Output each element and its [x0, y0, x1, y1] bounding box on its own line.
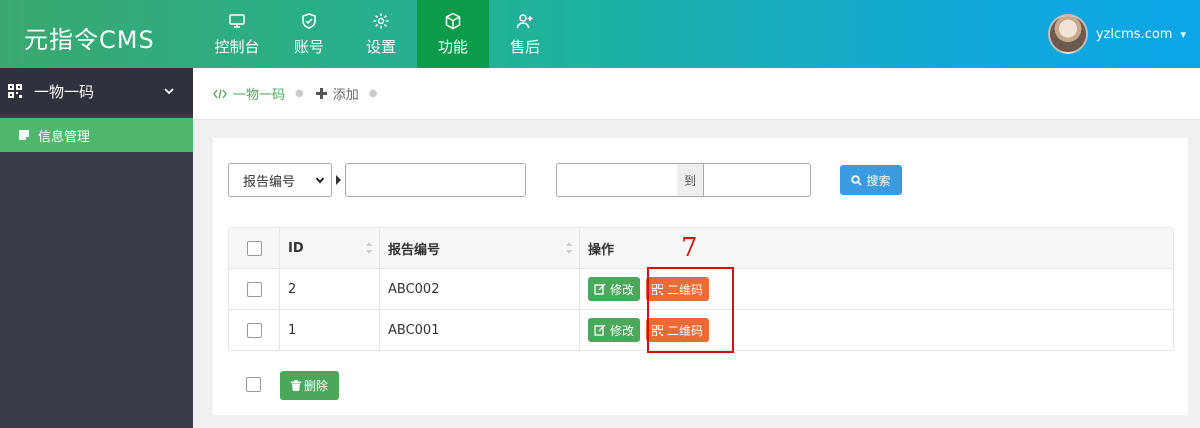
qr-icon: [652, 324, 664, 336]
user-menu[interactable]: yzlcms.com ▾: [1047, 0, 1200, 68]
sidebar-group-label: 一物一码: [34, 82, 95, 101]
sidebar-item-label: 信息管理: [38, 129, 91, 145]
gear-icon: [373, 13, 389, 28]
row-checkbox[interactable]: [246, 281, 262, 297]
user-plus-icon: [516, 13, 533, 28]
edit-icon: [594, 324, 606, 336]
cell-id: 2: [280, 269, 380, 309]
nav-item-after-sales[interactable]: 售后: [489, 0, 561, 68]
sidebar-item-info-management[interactable]: 信息管理: [0, 118, 193, 152]
edit-button[interactable]: 修改: [588, 318, 641, 342]
row-checkbox[interactable]: [246, 322, 262, 338]
search-button-label: 搜索: [866, 173, 891, 188]
bulk-select-checkbox[interactable]: [246, 377, 261, 392]
range-to-input[interactable]: [703, 163, 811, 197]
chevron-down-icon[interactable]: ▾: [1180, 28, 1186, 41]
cube-icon: [445, 12, 461, 29]
select-all-checkbox[interactable]: [246, 240, 262, 256]
nav-label: 售后: [509, 37, 540, 56]
avatar[interactable]: [1047, 14, 1088, 54]
qr-icon: [8, 84, 22, 98]
breadcrumb: 一物一码 ● 添加 ●: [193, 68, 1200, 120]
delete-button[interactable]: 删除: [280, 371, 339, 400]
top-bar: 元指令CMS 控制台 账号 设置 功能 售后 yzlcms.com ▾: [0, 0, 1200, 68]
breadcrumb-item-add[interactable]: 添加 ●: [315, 84, 390, 103]
nav-item-features[interactable]: 功能: [417, 0, 489, 68]
nav-label: 设置: [365, 37, 396, 56]
breadcrumb-separator: ●: [295, 88, 304, 99]
keyword-input[interactable]: [345, 163, 526, 197]
sort-icon: [566, 242, 572, 254]
plus-icon: [315, 88, 327, 99]
sidebar: 一物一码 信息管理: [0, 68, 193, 428]
sort-icon: [366, 242, 372, 254]
code-icon: [213, 88, 227, 99]
cell-actions: 修改 二维码: [580, 269, 1173, 309]
edit-icon: [594, 283, 606, 295]
cell-id: 1: [280, 310, 380, 350]
breadcrumb-label: 添加: [332, 88, 359, 103]
edit-button[interactable]: 修改: [588, 277, 641, 301]
nav-item-account[interactable]: 账号: [273, 0, 345, 68]
header-cell-report-no[interactable]: 报告编号: [380, 228, 580, 268]
table-header-row: ID 报告编号 操作: [229, 228, 1173, 268]
nav-label: 账号: [293, 37, 324, 56]
nav-label: 控制台: [214, 37, 260, 56]
search-field-select[interactable]: 报告编号: [228, 163, 332, 197]
row-select-cell: [229, 269, 280, 309]
sidebar-group-one-item-one-code[interactable]: 一物一码: [0, 68, 193, 114]
qr-code-button[interactable]: 二维码: [646, 277, 710, 301]
nav-label: 功能: [437, 37, 468, 56]
qr-code-button-label: 二维码: [667, 323, 704, 338]
header-cell-select: [229, 228, 280, 268]
edit-button-label: 修改: [610, 282, 635, 297]
main-nav: 控制台 账号 设置 功能 售后: [201, 0, 561, 68]
app-logo[interactable]: 元指令CMS: [24, 20, 155, 55]
chevron-down-icon: [315, 177, 325, 184]
cell-report-no: ABC002: [380, 269, 580, 309]
user-name[interactable]: yzlcms.com: [1096, 27, 1173, 42]
table-row: 1 ABC001 修改 二维码: [229, 309, 1173, 350]
content-panel: 报告编号 到 搜索 ID 报告编号 操作 2 ABC002 修改 二维码 1 A…: [213, 138, 1188, 415]
column-header-actions: 操作: [588, 242, 615, 258]
chevron-down-icon: [164, 88, 174, 95]
breadcrumb-separator: ●: [368, 88, 378, 99]
range-from-input[interactable]: [556, 163, 678, 197]
header-cell-actions: 操作: [580, 228, 1173, 268]
header-cell-id[interactable]: ID: [280, 228, 380, 268]
shield-icon: [302, 12, 316, 29]
breadcrumb-label: 一物一码: [233, 88, 286, 103]
row-select-cell: [229, 310, 280, 350]
qr-code-button-label: 二维码: [667, 282, 704, 297]
annotation-number: 7: [681, 233, 698, 263]
cell-actions: 修改 二维码: [580, 310, 1173, 350]
monitor-icon: [229, 13, 245, 28]
select-value: 报告编号: [243, 174, 296, 190]
column-header-report-no: 报告编号: [388, 242, 441, 258]
delete-button-label: 删除: [303, 379, 328, 393]
document-icon: [19, 130, 29, 140]
nav-item-console[interactable]: 控制台: [201, 0, 273, 68]
trash-icon: [290, 380, 301, 391]
range-separator-label: 到: [677, 163, 703, 197]
cell-report-no: ABC001: [380, 310, 580, 350]
search-button[interactable]: 搜索: [840, 165, 902, 195]
search-icon: [851, 174, 863, 186]
caret-right-icon: [336, 175, 341, 185]
nav-item-settings[interactable]: 设置: [345, 0, 417, 68]
edit-button-label: 修改: [610, 323, 635, 338]
data-table: ID 报告编号 操作 2 ABC002 修改 二维码 1 ABC001 修改 二…: [228, 227, 1174, 351]
column-header-id: ID: [288, 240, 304, 256]
table-row: 2 ABC002 修改 二维码: [229, 268, 1173, 309]
breadcrumb-item-one-item-one-code[interactable]: 一物一码 ●: [213, 84, 316, 103]
qr-code-button[interactable]: 二维码: [646, 318, 710, 342]
qr-icon: [652, 283, 664, 295]
